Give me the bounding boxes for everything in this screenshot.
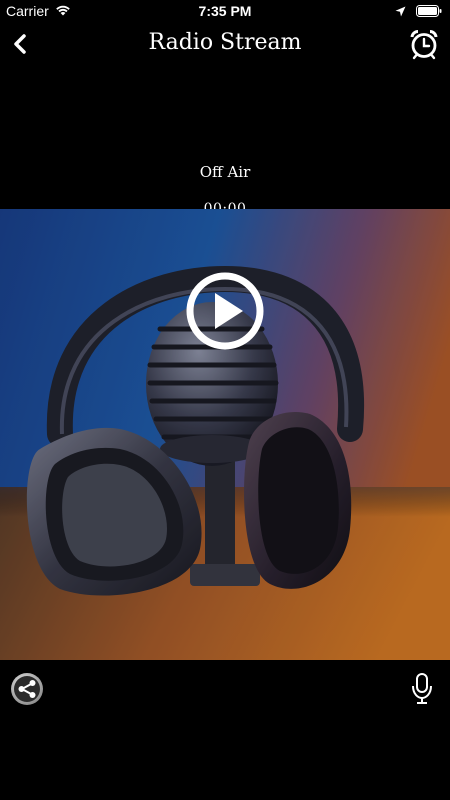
navigation-bar: Radio Stream: [0, 24, 450, 68]
play-icon: [186, 272, 264, 354]
status-right: [395, 4, 442, 20]
alarm-button[interactable]: [408, 28, 440, 60]
battery-icon: [416, 4, 442, 20]
page-title: Radio Stream: [148, 30, 302, 55]
microphone-button[interactable]: [410, 672, 434, 706]
location-arrow-icon: [395, 4, 406, 20]
share-button[interactable]: [10, 672, 44, 706]
status-time: 7:35 PM: [198, 3, 252, 19]
play-button[interactable]: [186, 272, 264, 350]
station-status: Off Air: [199, 163, 251, 181]
status-bar: Carrier 7:35 PM: [0, 0, 450, 24]
microphone-icon: [410, 673, 434, 710]
alarm-clock-icon: [408, 29, 440, 64]
share-icon: [10, 673, 44, 710]
